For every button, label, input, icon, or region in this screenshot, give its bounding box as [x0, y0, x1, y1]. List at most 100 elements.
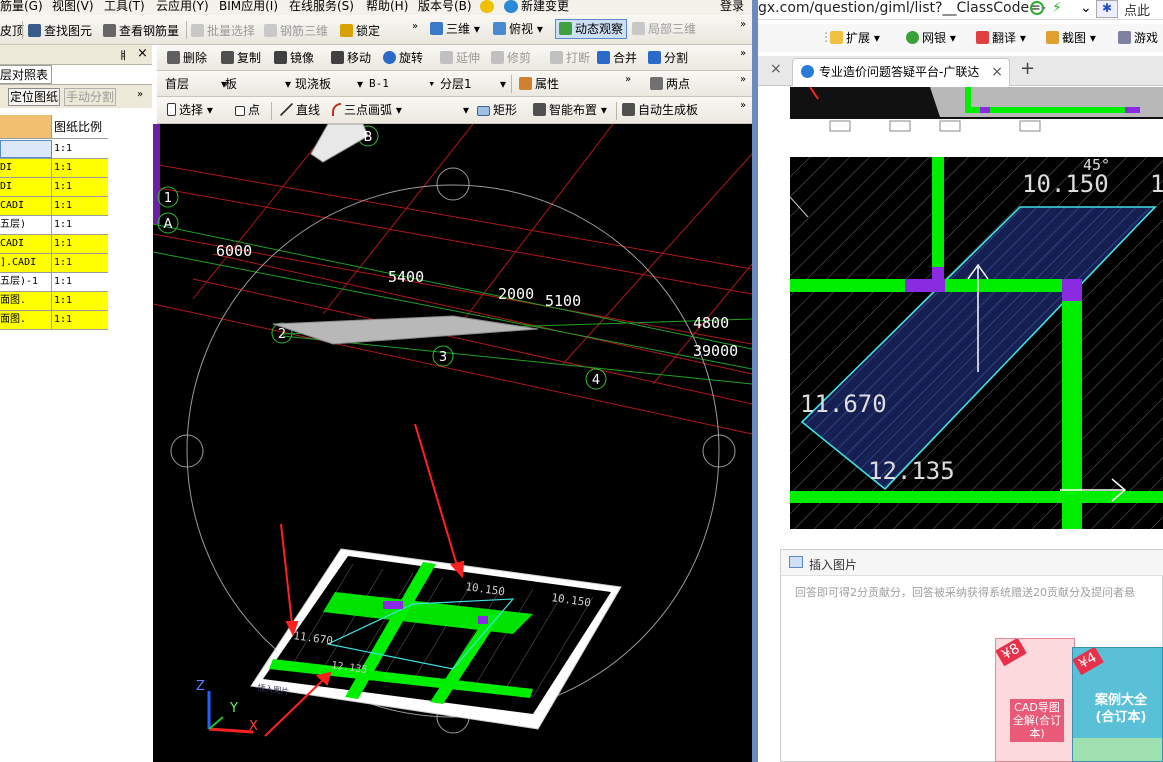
extend-icon	[440, 51, 453, 64]
smart-layout-button[interactable]: 智能布置 ▾	[533, 100, 607, 120]
split-button[interactable]: 分割	[648, 48, 688, 68]
top-view-icon	[493, 22, 506, 35]
table-row[interactable]: 1:1	[0, 140, 108, 159]
chevron-right-icon[interactable]: »	[137, 89, 143, 100]
viewport-canvas[interactable]: 10.150 10.150 11.670 12.135 插入图片 6000 54…	[153, 124, 752, 762]
translate-button[interactable]: 翻译 ▾	[976, 28, 1026, 48]
point-button[interactable]: 点	[235, 100, 260, 120]
lightning-icon[interactable]: ⚡	[1052, 0, 1062, 16]
select-dropdown[interactable]: 选择 ▾	[167, 100, 213, 120]
find-element-button[interactable]: 查找图元	[28, 21, 92, 41]
view-3d-dropdown[interactable]: 三维 ▾	[430, 19, 480, 39]
menu-item-version[interactable]: 版本号(B)	[418, 0, 472, 14]
batch-icon	[191, 24, 204, 37]
cell-drawing-name: 面图.	[0, 292, 52, 310]
locate-drawing-button[interactable]: 定位图纸	[8, 88, 61, 106]
dynamic-observe-button[interactable]: 动态观察	[555, 19, 628, 39]
two-points-button[interactable]: 两点	[650, 74, 690, 94]
table-row[interactable]: 面图. 1:1	[0, 311, 108, 330]
chevron-right-icon[interactable]: »	[740, 48, 746, 59]
extend-button[interactable]: 延伸	[440, 48, 480, 68]
mirror-button[interactable]: 镜像	[274, 48, 314, 68]
menu-item-cloud[interactable]: 云应用(Y)	[156, 0, 209, 14]
top-view-dropdown[interactable]: 俯视 ▾	[493, 19, 543, 39]
arc-option-select[interactable]: ▾	[415, 100, 469, 120]
break-button[interactable]: 打断	[550, 48, 590, 68]
cad-viewport[interactable]: 10.150 10.150 11.670 12.135 插入图片 6000 54…	[153, 124, 752, 762]
layer-table-tab[interactable]: 层对照表	[0, 65, 52, 84]
menu-item-tools[interactable]: 工具(T)	[104, 0, 145, 14]
ad-cad-book[interactable]: ¥8 CAD导图全解(合订本)	[995, 638, 1075, 762]
arc-button[interactable]: 三点画弧 ▾	[332, 100, 402, 120]
manual-split-button[interactable]: 手动分割	[64, 88, 117, 106]
close-icon[interactable]: ×	[991, 59, 1003, 85]
inserted-image-card[interactable]: 10.150 10.150 11.670 12.135 插入图片	[250, 548, 622, 730]
table-row[interactable]: DI 1:1	[0, 159, 108, 178]
insert-image-button[interactable]: 插入图片	[809, 556, 857, 573]
table-row[interactable]: CADI 1:1	[0, 235, 108, 254]
slab-top-button[interactable]: 皮顶	[0, 21, 24, 41]
chevron-down-icon[interactable]: ⌄	[1080, 0, 1092, 16]
click-here-link[interactable]: 点此	[1124, 0, 1150, 19]
merge-button[interactable]: 合并	[597, 48, 637, 68]
pin-icon[interactable]: ㅒ	[118, 47, 128, 63]
chevron-right-icon[interactable]: »	[625, 74, 631, 85]
menu-item-help[interactable]: 帮助(H)	[366, 0, 408, 14]
image-icon[interactable]	[789, 556, 803, 568]
answer-textarea[interactable]: 回答即可得2分贡献分，回答被采纳获得系统赠送20贡献分及提问者悬	[795, 584, 1163, 600]
point-icon	[235, 106, 245, 116]
move-icon	[331, 51, 344, 64]
floor-select[interactable]: 首层 ▾	[165, 74, 227, 94]
type-select[interactable]: 板 ▾	[225, 74, 291, 94]
close-icon[interactable]: ×	[137, 46, 148, 61]
lock-button[interactable]: 锁定	[340, 21, 380, 41]
menu-item-rebar[interactable]: 筋量(G)	[0, 0, 43, 14]
table-row[interactable]: CADI 1:1	[0, 197, 108, 216]
toolbar-3: 首层 ▾ 板 ▾ 现浇板 ▾ B-1 ▾ 分层1 ▾ 属性 » 两点 »	[157, 71, 752, 97]
bank-button[interactable]: 网银 ▾	[906, 28, 956, 48]
line-button[interactable]: 直线	[280, 100, 320, 120]
element-name-select[interactable]: B-1 ▾	[369, 74, 435, 94]
table-row[interactable]: ].CADI 1:1	[0, 254, 108, 273]
new-tab-button[interactable]: +	[1020, 58, 1035, 79]
batch-select-button[interactable]: 批量选择	[191, 21, 255, 41]
table-row[interactable]: 五层) 1:1	[0, 216, 108, 235]
tab-answer-platform[interactable]: 专业造价问题答疑平台-广联达 ×	[792, 58, 1010, 86]
url-field[interactable]: gx.com/question/giml/list?__ClassCode=-	[758, 0, 1046, 16]
table-row[interactable]: DI 1:1	[0, 178, 108, 197]
menu-item-bim[interactable]: BIM应用(I)	[219, 0, 278, 14]
rebar-3d-button[interactable]: 钢筋三维	[264, 21, 328, 41]
copy-button[interactable]: 复制	[221, 48, 261, 68]
subtype-select[interactable]: 现浇板 ▾	[295, 74, 363, 94]
properties-button[interactable]: 属性	[519, 74, 559, 94]
chevron-right-icon[interactable]: »	[740, 74, 746, 85]
games-button[interactable]: 游戏	[1118, 28, 1158, 48]
menu-item-online[interactable]: 在线服务(S)	[289, 0, 354, 14]
local-3d-button[interactable]: 局部三维	[632, 19, 696, 39]
close-icon[interactable]: ×	[770, 61, 782, 77]
chevron-right-icon[interactable]: »	[412, 21, 418, 32]
login-link[interactable]: 登录	[720, 0, 744, 14]
ad-case-book[interactable]: ¥4 案例大全(合订本)	[1072, 647, 1163, 762]
auto-slab-button[interactable]: 自动生成板	[622, 100, 698, 120]
view-rebar-button[interactable]: 查看钢筋量	[103, 21, 179, 41]
new-change-icon	[504, 0, 518, 13]
chevron-right-icon[interactable]: »	[740, 19, 746, 30]
rotate-button[interactable]: 旋转	[383, 48, 423, 68]
rect-button[interactable]: 矩形	[477, 100, 517, 120]
refresh-icon[interactable]	[1030, 1, 1044, 15]
menu-item-new-change[interactable]: 新建变更	[521, 0, 569, 14]
move-button[interactable]: 移动	[331, 48, 371, 68]
trim-button[interactable]: 修剪	[491, 48, 531, 68]
delete-button[interactable]: 删除	[167, 48, 207, 68]
screenshot-button[interactable]: 截图 ▾	[1046, 28, 1096, 48]
cell-drawing-ratio: 1:1	[54, 276, 73, 287]
menu-item-view[interactable]: 视图(V)	[52, 0, 94, 14]
table-row[interactable]: 面图. 1:1	[0, 292, 108, 311]
table-row[interactable]: 五层)-1 1:1	[0, 273, 108, 292]
chevron-right-icon[interactable]: »	[740, 100, 746, 111]
extensions-button[interactable]: 扩展 ▾	[830, 28, 880, 48]
search-engine-icon[interactable]: ✱	[1096, 0, 1118, 18]
cad-image[interactable]: 45° 10.150 11.670 12.135 1	[790, 157, 1163, 529]
layer-select[interactable]: 分层1 ▾	[440, 74, 506, 94]
